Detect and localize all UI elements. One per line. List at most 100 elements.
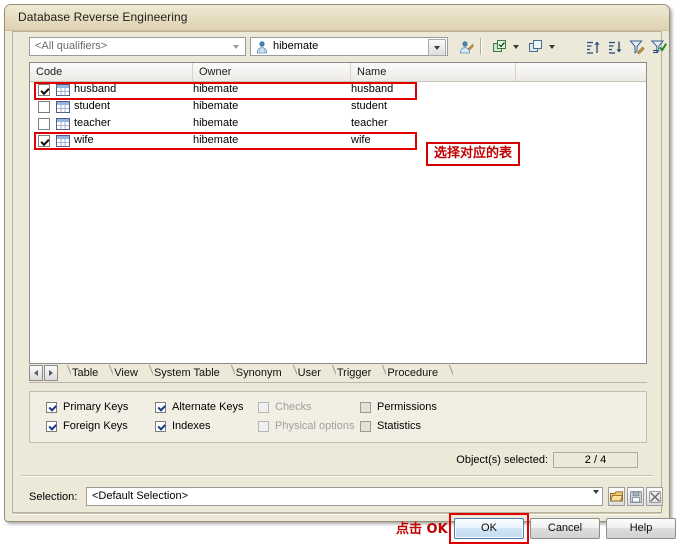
option-label: Primary Keys: [63, 401, 129, 413]
table-row[interactable]: teacher hibemate teacher: [30, 116, 646, 133]
tab-view[interactable]: View: [104, 365, 144, 382]
sort-descending-button[interactable]: [604, 36, 625, 57]
annotation-click-ok: 点击 OK: [396, 522, 448, 537]
annotation-select-tables: 选择对应的表: [426, 142, 521, 166]
row-checkbox[interactable]: [38, 84, 50, 96]
checkbox[interactable]: [155, 402, 166, 413]
objects-selected-label: Object(s) selected:: [456, 454, 548, 466]
delete-selection-button[interactable]: [646, 487, 663, 506]
option-label: Statistics: [377, 420, 422, 432]
dialog-client-area: <All qualifiers> hibemate Code Owner Nam…: [12, 31, 676, 544]
tab-trigger[interactable]: Trigger: [327, 365, 377, 382]
row-code: husband: [74, 83, 117, 95]
column-header-code[interactable]: Code: [30, 63, 193, 81]
row-code: student: [74, 100, 111, 112]
tab-label: View: [114, 367, 138, 379]
window-title: Database Reverse Engineering: [18, 10, 188, 24]
checkbox[interactable]: [360, 402, 371, 413]
checkbox[interactable]: [46, 402, 57, 413]
options-group: Primary Keys Foreign Keys Alternate Keys…: [29, 391, 647, 443]
row-owner: hibemate: [193, 83, 239, 95]
chevron-down-icon[interactable]: [428, 39, 446, 56]
tab-label: Procedure: [387, 367, 439, 379]
qualifier-value: <All qualifiers>: [35, 40, 108, 52]
list-rows: husband hibemate husband student hibemat…: [30, 82, 646, 150]
option-label: Physical options: [275, 420, 355, 432]
object-list[interactable]: Code Owner Name husband hibemate husband…: [29, 62, 647, 364]
option-label: Foreign Keys: [63, 420, 128, 432]
tab-synonym[interactable]: Synonym: [226, 365, 288, 382]
table-icon: [56, 101, 70, 113]
open-selection-button[interactable]: [608, 487, 625, 506]
tab-system-table[interactable]: System Table: [144, 365, 226, 382]
divider: [21, 475, 653, 477]
divider: [13, 513, 661, 515]
tab-next-button[interactable]: [44, 365, 58, 381]
checkbox[interactable]: [46, 421, 57, 432]
tab-user[interactable]: User: [288, 365, 327, 382]
apply-filter-button[interactable]: [648, 36, 669, 57]
database-combo[interactable]: hibemate: [250, 37, 448, 56]
row-owner: hibemate: [193, 100, 239, 112]
table-row[interactable]: wife hibemate wife: [30, 133, 646, 150]
checkbox[interactable]: [155, 421, 166, 432]
selection-value: <Default Selection>: [92, 490, 189, 502]
tab-prev-button[interactable]: [29, 365, 43, 381]
title-bar: Database Reverse Engineering: [5, 5, 669, 31]
row-checkbox[interactable]: [38, 101, 50, 113]
cancel-button[interactable]: Cancel: [530, 518, 600, 539]
option-label: Checks: [275, 401, 312, 413]
row-owner: hibemate: [193, 134, 239, 146]
tab-list: Table View System Table Synonym User Tri…: [62, 365, 460, 382]
column-header-blank[interactable]: [516, 63, 646, 81]
option-label: Indexes: [172, 420, 211, 432]
table-icon: [56, 84, 70, 96]
table-row[interactable]: husband hibemate husband: [30, 82, 646, 99]
database-reverse-engineering-dialog: Database Reverse Engineering <All qualif…: [4, 4, 676, 544]
table-icon: [56, 118, 70, 130]
table-row[interactable]: student hibemate student: [30, 99, 646, 116]
save-selection-button[interactable]: [627, 487, 644, 506]
toolbar-separator: [480, 38, 482, 55]
row-owner: hibemate: [193, 117, 239, 129]
tab-label: Synonym: [235, 367, 282, 379]
tab-table[interactable]: Table: [62, 365, 104, 382]
chevron-down-icon[interactable]: [593, 490, 599, 506]
list-header: Code Owner Name: [30, 63, 646, 82]
sort-ascending-button[interactable]: [582, 36, 603, 57]
edit-filter-button[interactable]: [626, 36, 647, 57]
chevron-down-icon[interactable]: [228, 39, 244, 54]
tab-underline: [29, 382, 647, 383]
selection-combo[interactable]: <Default Selection>: [86, 487, 603, 506]
tab-strip: Table View System Table Synonym User Tri…: [29, 365, 647, 383]
deselect-all-button[interactable]: [525, 36, 546, 57]
row-name: wife: [351, 134, 371, 146]
row-name: teacher: [351, 117, 388, 129]
deselect-all-dropdown[interactable]: [546, 36, 558, 57]
select-all-dropdown[interactable]: [510, 36, 522, 57]
objects-selected-value: 2 / 4: [553, 452, 638, 468]
highlight-box-ok: [449, 513, 529, 544]
selection-row: Selection: <Default Selection>: [13, 484, 663, 510]
tab-label: System Table: [153, 367, 220, 379]
database-value: hibemate: [273, 40, 319, 52]
row-name: husband: [351, 83, 394, 95]
checkbox: [258, 402, 269, 413]
tab-procedure[interactable]: Procedure: [377, 365, 444, 382]
column-header-owner[interactable]: Owner: [193, 63, 351, 81]
select-all-button[interactable]: [489, 36, 510, 57]
column-header-name[interactable]: Name: [351, 63, 516, 81]
option-label: Alternate Keys: [172, 401, 244, 413]
checkbox[interactable]: [360, 421, 371, 432]
row-code: teacher: [74, 117, 111, 129]
help-button[interactable]: Help: [606, 518, 676, 539]
tab-label: Trigger: [336, 367, 372, 379]
tab-label: Table: [72, 367, 99, 379]
checkbox: [258, 421, 269, 432]
user-icon: [255, 40, 269, 54]
qualifier-combo[interactable]: <All qualifiers>: [29, 37, 246, 56]
row-checkbox[interactable]: [38, 118, 50, 130]
row-checkbox[interactable]: [38, 135, 50, 147]
user-filter-button[interactable]: [455, 36, 476, 57]
option-label: Permissions: [377, 401, 437, 413]
